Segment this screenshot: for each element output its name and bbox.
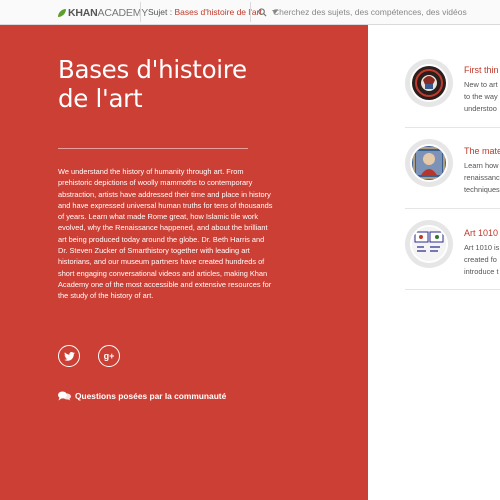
thumbnail-image	[410, 225, 448, 263]
khan-academy-logo[interactable]: KHAN ACADEMY	[58, 7, 148, 19]
google-plus-icon: g+	[103, 351, 115, 361]
speech-bubbles-icon	[58, 391, 71, 401]
tutorial-thumbnail[interactable]	[405, 59, 453, 107]
search-icon	[258, 7, 267, 17]
thumbnail-image	[410, 64, 448, 102]
community-questions-link[interactable]: Questions posées par la communauté	[58, 391, 226, 401]
tutorial-description-line: Learn how	[464, 161, 499, 170]
search-placeholder: Cherchez des sujets, des compétences, de…	[273, 7, 467, 17]
twitter-share-button[interactable]	[58, 345, 80, 367]
title-divider	[58, 148, 248, 149]
tutorial-description-line: created fo	[464, 255, 497, 264]
thumbnail-image	[410, 144, 448, 182]
subject-label: Sujet :	[148, 7, 173, 17]
top-navigation-bar: KHAN ACADEMY Sujet : Bases d'histoire de …	[0, 0, 500, 25]
topic-description: We understand the history of humanity th…	[58, 167, 273, 301]
leaf-icon	[58, 9, 66, 17]
tutorial-title[interactable]: Art 1010	[464, 228, 498, 238]
community-questions-label: Questions posées par la communauté	[75, 391, 227, 401]
tutorial-description-line: understoo	[464, 104, 497, 113]
tutorial-description-line: techniques	[464, 185, 500, 194]
tutorial-thumbnail[interactable]	[405, 139, 453, 187]
tutorial-title[interactable]: The mate	[464, 146, 500, 156]
list-separator	[405, 289, 500, 290]
subject-value: Bases d'histoire de l'art	[174, 7, 262, 17]
tutorial-description-line: renaissanc	[464, 173, 500, 182]
google-plus-share-button[interactable]: g+	[98, 345, 120, 367]
tutorial-thumbnail[interactable]	[405, 220, 453, 268]
page-title: Bases d'histoire de l'art	[58, 55, 247, 113]
divider	[140, 2, 141, 22]
search-input[interactable]: Cherchez des sujets, des compétences, de…	[258, 7, 467, 17]
list-separator	[405, 208, 500, 209]
list-separator	[405, 127, 500, 128]
tutorial-description-line: New to art	[464, 80, 498, 89]
twitter-icon	[63, 351, 75, 361]
tutorial-description-line: to the way	[464, 92, 498, 101]
tutorial-description-line: Art 1010 is	[464, 243, 500, 252]
tutorial-title[interactable]: First thin	[464, 65, 499, 75]
tutorial-description-line: introduce t	[464, 267, 499, 276]
divider	[250, 2, 251, 22]
logo-text-bold: KHAN	[68, 7, 98, 19]
